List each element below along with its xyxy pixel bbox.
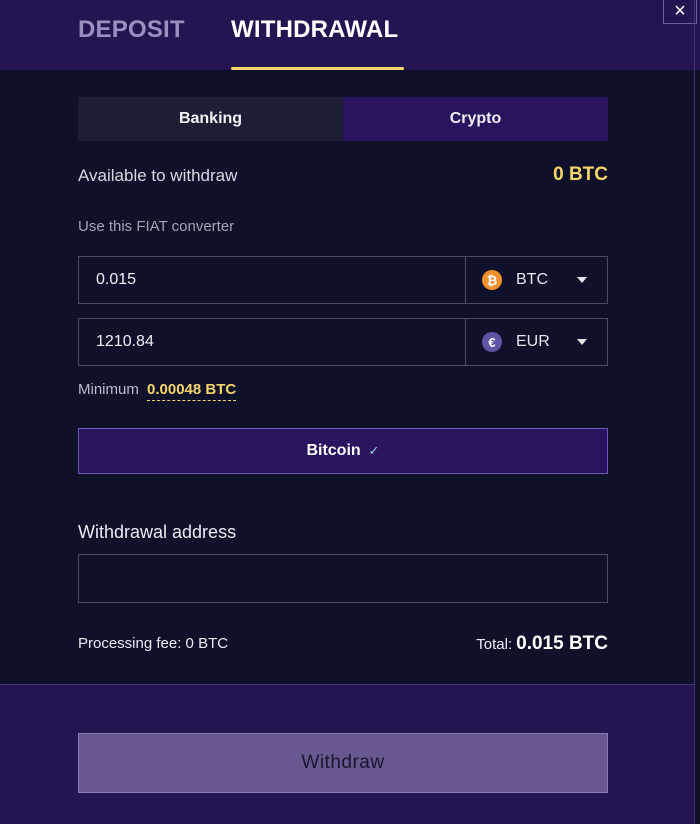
- close-button[interactable]: ×: [663, 0, 697, 24]
- tab-withdrawal[interactable]: WITHDRAWAL: [231, 15, 398, 45]
- withdraw-button[interactable]: Withdraw: [78, 733, 608, 793]
- network-bitcoin-button[interactable]: Bitcoin ✓: [78, 428, 608, 474]
- euro-icon: €: [482, 332, 502, 352]
- crypto-currency-select[interactable]: ₿ BTC: [466, 257, 607, 303]
- chevron-down-icon: [577, 339, 587, 345]
- modal-footer: Withdraw: [0, 684, 694, 824]
- crypto-amount-input[interactable]: [79, 257, 466, 303]
- fiat-currency-select[interactable]: € EUR: [466, 319, 607, 365]
- withdrawal-address-input[interactable]: [78, 554, 608, 603]
- available-label: Available to withdraw: [78, 166, 238, 185]
- check-icon: ✓: [368, 443, 380, 458]
- crypto-currency-label: BTC: [516, 271, 548, 288]
- available-value: 0 BTC: [553, 164, 608, 185]
- fiat-amount-input[interactable]: [79, 319, 466, 365]
- processing-fee: Processing fee: 0 BTC: [78, 635, 229, 652]
- tab-deposit[interactable]: DEPOSIT: [78, 15, 185, 45]
- total-value: 0.015 BTC: [516, 633, 608, 654]
- minimum-withdrawal: Minimum 0.00048 BTC: [78, 381, 237, 401]
- tab-crypto[interactable]: Crypto: [343, 97, 608, 141]
- minimum-label: Minimum: [78, 381, 139, 398]
- total-amount: Total: 0.015 BTC: [476, 633, 608, 655]
- modal-header: DEPOSIT WITHDRAWAL ×: [0, 0, 700, 70]
- fiat-currency-label: EUR: [516, 333, 550, 350]
- close-icon: ×: [674, 0, 686, 22]
- minimum-value[interactable]: 0.00048 BTC: [147, 381, 237, 401]
- total-label: Total:: [476, 636, 513, 653]
- active-tab-indicator: [231, 67, 404, 70]
- fiat-amount-row: € EUR: [78, 318, 608, 366]
- bitcoin-icon: ₿: [482, 270, 502, 290]
- modal-edge: [694, 0, 695, 824]
- tab-banking[interactable]: Banking: [78, 97, 343, 141]
- fiat-converter-label: Use this FIAT converter: [78, 218, 235, 235]
- network-label: Bitcoin: [306, 442, 361, 459]
- chevron-down-icon: [577, 277, 587, 283]
- crypto-amount-row: ₿ BTC: [78, 256, 608, 304]
- withdrawal-address-label: Withdrawal address: [78, 522, 237, 542]
